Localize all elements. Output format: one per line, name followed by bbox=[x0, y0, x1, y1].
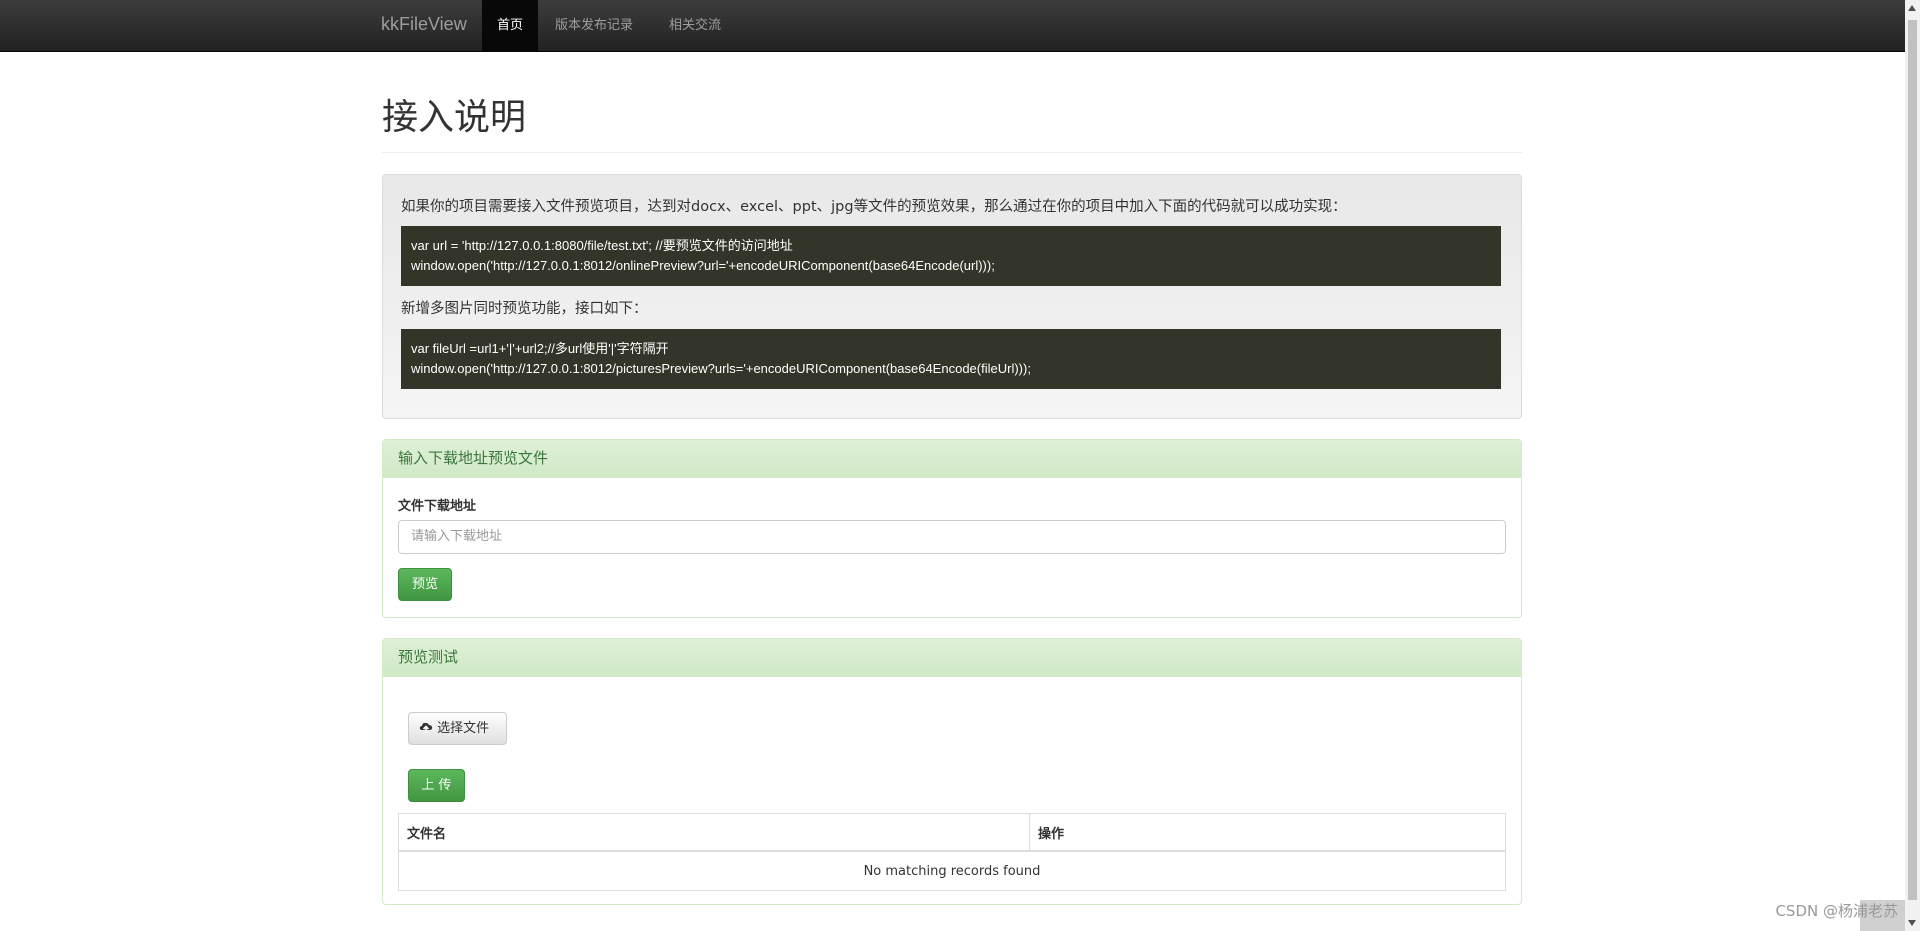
code-block-multi: var fileUrl =url1+'|'+url2;//多url使用'|'字符… bbox=[401, 329, 1501, 389]
code-line: window.open('http://127.0.0.1:8012/onlin… bbox=[411, 258, 995, 273]
panel-heading: 预览测试 bbox=[383, 639, 1521, 677]
nav-item-home[interactable]: 首页 bbox=[482, 0, 539, 51]
page-title: 接入说明 bbox=[382, 97, 527, 138]
code-block-single: var url = 'http://127.0.0.1:8080/file/te… bbox=[401, 226, 1501, 286]
code-line: var fileUrl =url1+'|'+url2;//多url使用'|'字符… bbox=[411, 341, 669, 356]
download-panel: 输入下载地址预览文件 文件下载地址 请输入下载地址 预览 bbox=[382, 439, 1522, 618]
cloud-upload-icon bbox=[419, 722, 433, 733]
top-navbar: kkFileView 首页 版本发布记录 相关交流 bbox=[0, 0, 1905, 52]
nav-item-release-notes[interactable]: 版本发布记录 bbox=[540, 0, 648, 51]
brand-link[interactable]: kkFileView bbox=[381, 14, 467, 35]
choose-file-button[interactable]: 选择文件 bbox=[408, 712, 507, 745]
scroll-down-icon[interactable] bbox=[1908, 920, 1916, 926]
intro-well: 如果你的项目需要接入文件预览项目，达到对docx、excel、ppt、jpg等文… bbox=[382, 174, 1522, 419]
title-divider bbox=[382, 152, 1522, 153]
preview-test-panel: 预览测试 选择文件 上 传 文件名 操作 No matching records… bbox=[382, 638, 1522, 905]
scroll-up-icon[interactable] bbox=[1908, 5, 1916, 11]
upload-button[interactable]: 上 传 bbox=[408, 769, 465, 802]
code-line: var url = 'http://127.0.0.1:8080/file/te… bbox=[411, 238, 793, 253]
code-line: window.open('http://127.0.0.1:8012/pictu… bbox=[411, 361, 1031, 376]
multi-image-text: 新增多图片同时预览功能，接口如下： bbox=[401, 301, 648, 317]
column-actions[interactable]: 操作 bbox=[1029, 813, 1506, 852]
panel-heading: 输入下载地址预览文件 bbox=[383, 440, 1521, 478]
preview-button[interactable]: 预览 bbox=[398, 568, 452, 601]
vertical-scrollbar[interactable] bbox=[1905, 0, 1920, 931]
column-filename[interactable]: 文件名 bbox=[398, 813, 1030, 852]
choose-file-label: 选择文件 bbox=[437, 721, 490, 736]
download-url-input[interactable]: 请输入下载地址 bbox=[398, 520, 1506, 554]
scroll-thumb[interactable] bbox=[1908, 20, 1917, 900]
nav-item-community[interactable]: 相关交流 bbox=[654, 0, 736, 51]
empty-records-text: No matching records found bbox=[398, 850, 1506, 891]
intro-text: 如果你的项目需要接入文件预览项目，达到对docx、excel、ppt、jpg等文… bbox=[401, 199, 1347, 215]
table-header-row: 文件名 操作 bbox=[398, 813, 1506, 852]
file-table: 文件名 操作 No matching records found bbox=[398, 813, 1506, 891]
watermark-text: CSDN @杨浦老苏 bbox=[1775, 902, 1898, 920]
download-url-label: 文件下载地址 bbox=[398, 499, 477, 514]
table-row: No matching records found bbox=[398, 850, 1506, 891]
